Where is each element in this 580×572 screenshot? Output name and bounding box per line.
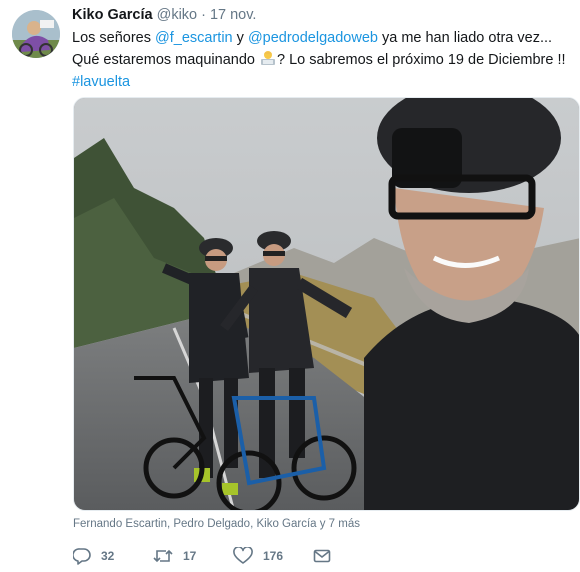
retweet-count: 17 [183, 549, 197, 563]
tweet[interactable]: Kiko García @kiko · 17 nov. Los señores … [0, 0, 580, 572]
timestamp[interactable]: 17 nov. [210, 7, 257, 23]
avatar-image [12, 10, 60, 58]
reply-button[interactable]: 32 [73, 545, 153, 567]
hashtag-link[interactable]: #lavuelta [72, 74, 130, 90]
mention-link[interactable]: @pedrodelgadoweb [248, 30, 378, 46]
author-name[interactable]: Kiko García [72, 7, 153, 23]
like-button[interactable]: 176 [233, 545, 313, 567]
separator: · [201, 7, 206, 23]
text-part: Los señores [72, 30, 156, 46]
retweet-icon [153, 549, 173, 563]
reply-icon [73, 548, 91, 565]
envelope-icon [313, 549, 331, 563]
media-tagged-users[interactable]: Fernando Escartin, Pedro Delgado, Kiko G… [73, 518, 360, 530]
tweet-text: Los señores @f_escartin y @pedrodelgadow… [72, 27, 567, 93]
reply-count: 32 [101, 549, 115, 563]
tweet-photo[interactable] [73, 97, 580, 511]
cyclists-photo [74, 98, 579, 510]
tweet-actions: 32 17 176 [73, 545, 331, 567]
direct-message-button[interactable] [313, 545, 331, 567]
author-handle[interactable]: @kiko [157, 7, 198, 23]
text-part: ? Lo sabremos el próximo 19 de Diciembre… [277, 52, 566, 68]
mention-link[interactable]: @f_escartin [155, 30, 233, 46]
man-technologist-emoji-icon [259, 50, 277, 66]
avatar[interactable] [12, 10, 60, 58]
heart-icon [233, 547, 253, 564]
retweet-button[interactable]: 17 [153, 545, 233, 567]
text-part: y [232, 30, 248, 46]
like-count: 176 [263, 549, 284, 563]
tweet-header: Kiko García @kiko · 17 nov. [72, 7, 256, 27]
